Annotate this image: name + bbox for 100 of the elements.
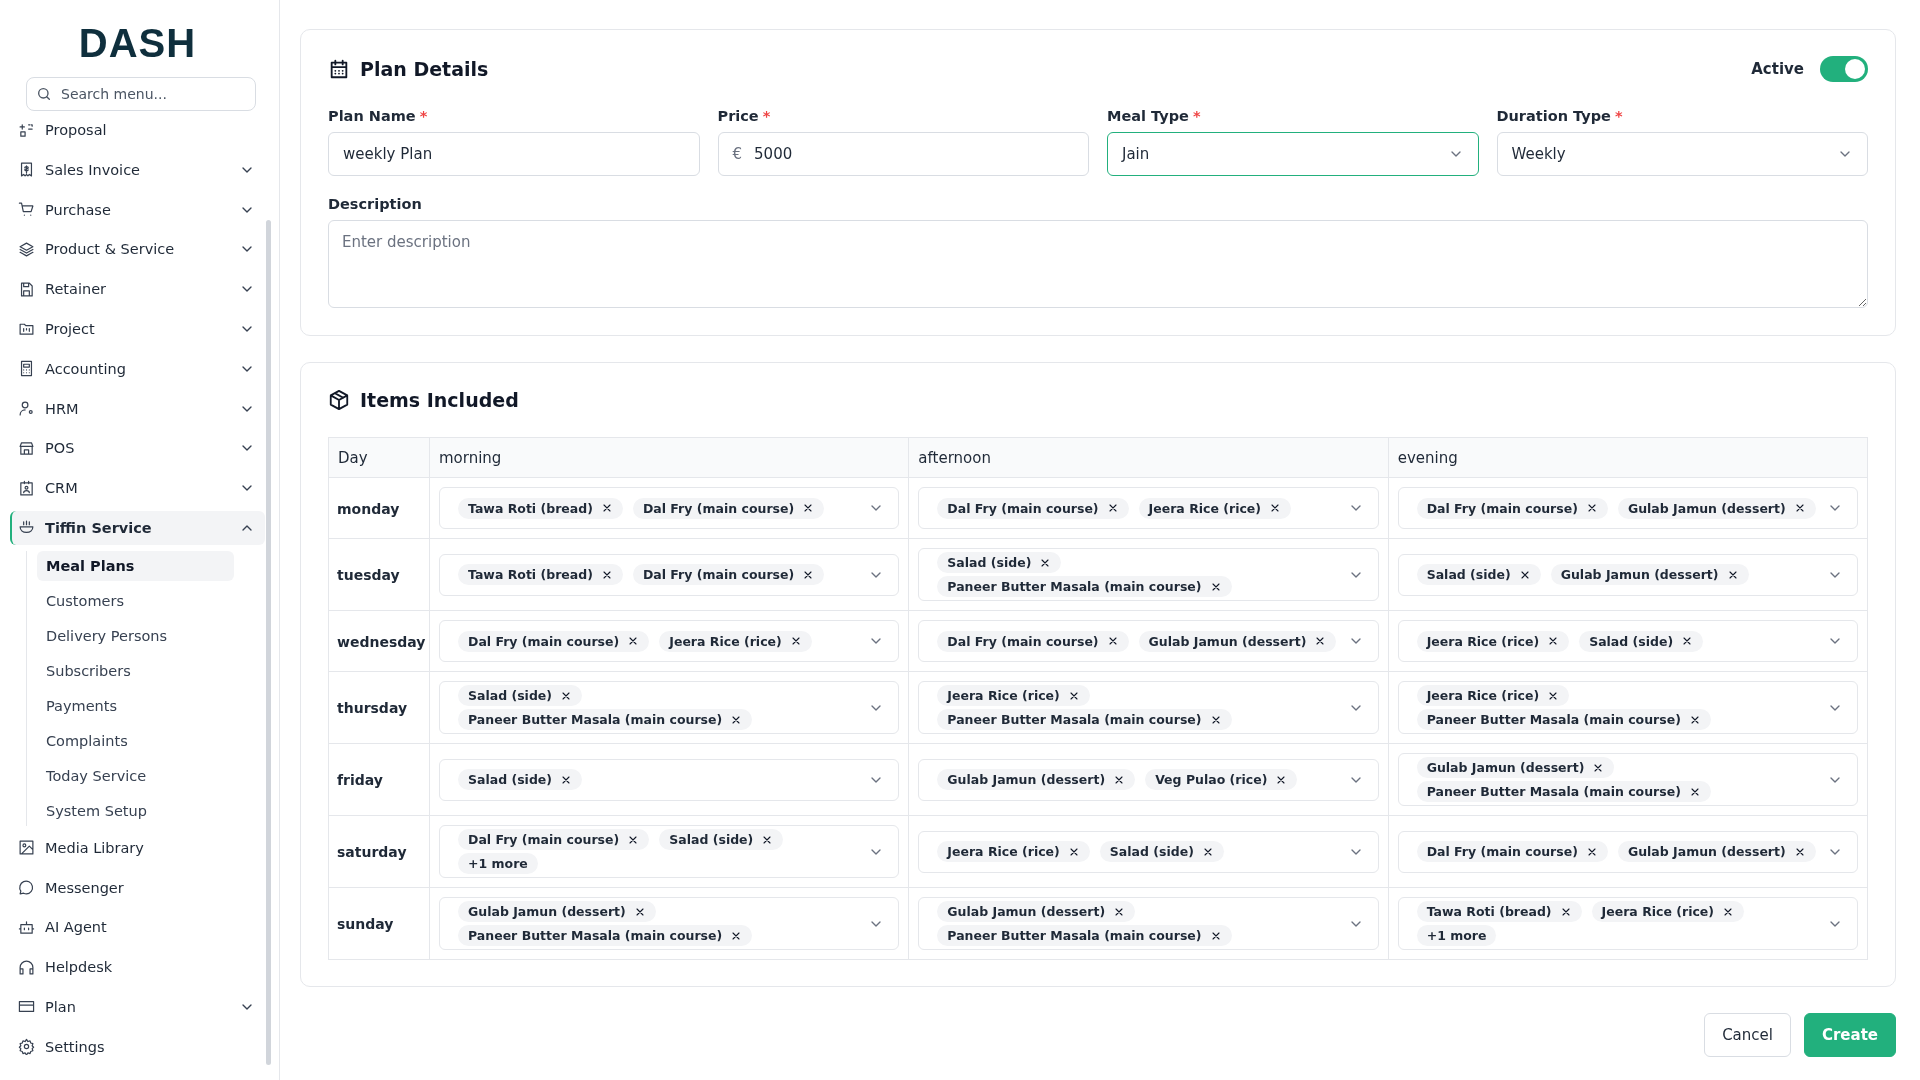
multi-select-field[interactable]: Gulab Jamun (dessert) Paneer Butter Masala (main course) — [1397, 753, 1858, 806]
meal-tag: Dal Fry (main course) — [1416, 841, 1608, 862]
multi-select-field[interactable]: Dal Fry (main course) Salad (side) +1 more — [439, 825, 900, 878]
day-cell: sunday — [337, 916, 394, 932]
field-label: Meal Type * — [1107, 108, 1202, 124]
select-field[interactable]: Jain — [1107, 132, 1479, 176]
multi-select-field[interactable]: Jeera Rice (rice) Paneer Butter Masala (main course) — [918, 681, 1379, 734]
calculator-icon — [18, 360, 35, 378]
meal-tag: Salad (side) — [937, 552, 1062, 573]
meal-tag: Veg Pulao (rice) — [1145, 769, 1298, 790]
sidebar-item[interactable]: Purchase — [10, 192, 265, 227]
more-count: +1 more — [458, 853, 538, 874]
meal-tag: Dal Fry (main course) — [937, 497, 1129, 519]
toggle-label: Active — [1751, 60, 1804, 78]
multi-select-field[interactable]: Gulab Jamun (dessert) Paneer Butter Masala (main course) — [918, 897, 1379, 950]
multi-select-field[interactable]: Salad (side) Gulab Jamun (dessert) — [1397, 553, 1858, 596]
field-label: Plan Name * — [328, 108, 429, 124]
multi-select-field[interactable]: Dal Fry (main course) Jeera Rice (rice) — [918, 487, 1379, 529]
store-icon — [18, 439, 35, 457]
section-title: Plan Details — [360, 58, 489, 80]
sidebar-item[interactable]: Helpdesk — [10, 950, 265, 985]
search-field[interactable]: Search menu... — [26, 77, 256, 111]
multi-select-field[interactable]: Gulab Jamun (dessert) Paneer Butter Masala (main course) — [439, 897, 900, 950]
multi-select-field[interactable]: Dal Fry (main course) Gulab Jamun (dessert) — [1397, 830, 1858, 873]
sidebar-item[interactable]: Retainer — [10, 272, 265, 307]
field-label: Duration Type * — [1496, 108, 1624, 124]
sidebar-item[interactable]: CRM — [10, 471, 265, 506]
sidebar-item[interactable]: Plan — [10, 989, 265, 1024]
submenu-item[interactable]: Customers — [37, 585, 234, 616]
meal-tag: Gulab Jamun (dessert) — [937, 769, 1136, 790]
meal-tag: Paneer Butter Masala (main course) — [458, 925, 753, 946]
day-cell: thursday — [337, 700, 408, 716]
meal-tag: Dal Fry (main course) — [937, 630, 1129, 652]
submenu-item[interactable]: Meal Plans — [37, 550, 234, 581]
meal-tag: Gulab Jamun (dessert) — [1550, 564, 1749, 585]
multi-select-field[interactable]: Jeera Rice (rice) Salad (side) — [1397, 620, 1858, 662]
meal-tag: Paneer Butter Masala (main course) — [458, 709, 753, 730]
sidebar-item[interactable]: POS — [10, 431, 265, 466]
description-field[interactable]: Enter description — [328, 220, 1868, 308]
sidebar-item[interactable]: Product & Service — [10, 232, 265, 267]
sidebar-item[interactable]: Project — [10, 312, 265, 346]
cancel-button[interactable]: Cancel — [1704, 1013, 1791, 1057]
meal-tag: Jeera Rice (rice) — [937, 841, 1090, 862]
chat-icon — [18, 879, 35, 897]
multi-select-field[interactable]: Jeera Rice (rice) Paneer Butter Masala (main course) — [1397, 681, 1858, 734]
sidebar-item[interactable]: Proposal — [10, 113, 265, 147]
sidebar-item[interactable]: Sales Invoice — [10, 152, 265, 187]
meal-tag: Tawa Roti (bread) — [458, 564, 623, 585]
submenu-item[interactable]: Today Service — [37, 760, 234, 791]
meal-tag: Dal Fry (main course) — [632, 564, 825, 585]
input-field[interactable]: weekly Plan — [328, 132, 700, 176]
multi-select-field[interactable]: Salad (side) Paneer Butter Masala (main course) — [918, 548, 1379, 601]
sidebar-item[interactable]: Tiffin Service — [10, 510, 265, 545]
input-field[interactable]: € 5000 — [717, 132, 1089, 176]
multi-select-field[interactable]: Dal Fry (main course) Jeera Rice (rice) — [439, 620, 900, 662]
multi-select-field[interactable]: Tawa Roti (bread) Dal Fry (main course) — [439, 487, 900, 529]
submenu-item[interactable]: Complaints — [37, 725, 234, 756]
submenu-item[interactable]: Subscribers — [37, 655, 234, 686]
multi-select-field[interactable]: Tawa Roti (bread) Dal Fry (main course) — [439, 553, 900, 596]
multi-select-field[interactable]: Dal Fry (main course) Gulab Jamun (dessert) — [918, 620, 1379, 662]
multi-select-field[interactable]: Salad (side) — [439, 758, 900, 801]
submenu-item[interactable]: Payments — [37, 690, 234, 721]
select-field[interactable]: Weekly — [1496, 132, 1868, 176]
meal-tag: Paneer Butter Masala (main course) — [937, 925, 1232, 946]
column-header: morning — [429, 437, 909, 478]
multi-select-field[interactable]: Tawa Roti (bread) Jeera Rice (rice) +1 more — [1397, 897, 1858, 950]
meal-tag: Gulab Jamun (dessert) — [1617, 841, 1816, 862]
sidebar-item[interactable]: Accounting — [10, 351, 265, 386]
required-marker: * — [762, 108, 771, 124]
section-title: Items Included — [360, 389, 519, 411]
multi-select-field[interactable]: Salad (side) Paneer Butter Masala (main course) — [439, 681, 900, 734]
sidebar-item[interactable]: Messenger — [10, 870, 265, 905]
multi-select-field[interactable]: Jeera Rice (rice) Salad (side) — [918, 830, 1379, 873]
meal-tag: Tawa Roti (bread) — [458, 497, 623, 519]
sidebar-item[interactable]: Media Library — [10, 830, 265, 865]
meal-tag: Salad (side) — [1099, 841, 1224, 862]
meal-tag: Jeera Rice (rice) — [1591, 901, 1745, 922]
active-toggle[interactable] — [1820, 56, 1868, 82]
column-header: afternoon — [908, 437, 1389, 478]
meal-tag: Dal Fry (main course) — [458, 630, 650, 652]
meal-tag: Tawa Roti (bread) — [1416, 901, 1582, 922]
layers-icon — [18, 240, 35, 258]
multi-select-field[interactable]: Gulab Jamun (dessert) Veg Pulao (rice) — [918, 758, 1379, 801]
field-label: Description — [328, 196, 423, 212]
meal-tag: Jeera Rice (rice) — [1416, 685, 1570, 706]
meal-tag: Gulab Jamun (dessert) — [1617, 497, 1816, 519]
more-count: +1 more — [1416, 925, 1497, 946]
meal-tag: Jeera Rice (rice) — [1416, 630, 1570, 652]
meal-tag: Dal Fry (main course) — [1416, 497, 1608, 519]
meal-tag: Salad (side) — [659, 829, 784, 850]
required-marker: * — [1192, 108, 1201, 124]
sidebar-item[interactable]: HRM — [10, 391, 265, 426]
sidebar-item[interactable]: AI Agent — [10, 910, 265, 945]
image-icon — [18, 839, 35, 857]
multi-select-field[interactable]: Dal Fry (main course) Gulab Jamun (dessert) — [1397, 487, 1858, 529]
robot-icon — [18, 918, 35, 936]
submenu-item[interactable]: Delivery Persons — [37, 620, 234, 651]
column-header: Day — [328, 437, 430, 478]
sidebar-item[interactable]: Settings — [10, 1029, 265, 1064]
submenu-item[interactable]: System Setup — [37, 795, 234, 826]
